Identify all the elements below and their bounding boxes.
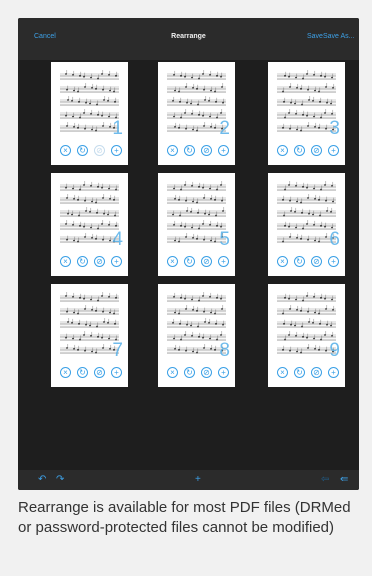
- edit-page-icon[interactable]: ⊘: [201, 256, 212, 267]
- add-page-icon[interactable]: +: [328, 256, 339, 267]
- page-controls: × ↻ ⊘ +: [51, 145, 128, 159]
- bottom-toolbar: ↶ ↷ + ⇦ ⇚: [18, 470, 359, 490]
- rotate-page-icon[interactable]: ↻: [184, 256, 195, 267]
- page-thumbnail[interactable]: 9 × ↻ ⊘ +: [268, 284, 345, 387]
- page-controls: × ↻ ⊘ +: [158, 145, 235, 159]
- delete-page-icon[interactable]: ×: [277, 256, 288, 267]
- rotate-page-icon[interactable]: ↻: [294, 256, 305, 267]
- edit-page-icon[interactable]: ⊘: [311, 367, 322, 378]
- save-button[interactable]: Save: [307, 33, 323, 40]
- page-number: 7: [112, 340, 123, 361]
- sheet-music-thumbnail: [277, 181, 336, 243]
- page-thumbnail[interactable]: 7 × ↻ ⊘ +: [51, 284, 128, 387]
- page-controls: × ↻ ⊘ +: [268, 367, 345, 381]
- add-page-icon[interactable]: +: [328, 367, 339, 378]
- sheet-music-thumbnail: [60, 70, 119, 132]
- page-controls: × ↻ ⊘ +: [158, 367, 235, 381]
- page-thumbnail[interactable]: 5 × ↻ ⊘ +: [158, 173, 235, 276]
- delete-page-icon[interactable]: ×: [277, 145, 288, 156]
- delete-page-icon[interactable]: ×: [60, 145, 71, 156]
- delete-page-icon[interactable]: ×: [60, 256, 71, 267]
- caption-text: Rearrange is available for most PDF file…: [18, 499, 351, 536]
- rotate-page-icon[interactable]: ↻: [184, 145, 195, 156]
- page-controls: × ↻ ⊘ +: [51, 367, 128, 381]
- sheet-music-thumbnail: [60, 181, 119, 243]
- page-number: 8: [219, 340, 230, 361]
- sheet-music-thumbnail: [60, 292, 119, 354]
- sheet-music-thumbnail: [277, 70, 336, 132]
- page-thumbnail[interactable]: 2 × ↻ ⊘ +: [158, 62, 235, 165]
- rotate-left-icon[interactable]: ↶: [38, 474, 46, 485]
- sheet-music-thumbnail: [167, 292, 226, 354]
- add-page-icon[interactable]: +: [111, 145, 122, 156]
- add-page-icon[interactable]: +: [218, 367, 229, 378]
- add-page-icon[interactable]: +: [111, 256, 122, 267]
- page-number: 1: [112, 118, 123, 139]
- page-controls: × ↻ ⊘ +: [158, 256, 235, 270]
- undo-icon[interactable]: ⇦: [321, 474, 329, 485]
- delete-page-icon[interactable]: ×: [167, 256, 178, 267]
- edit-page-icon[interactable]: ⊘: [311, 256, 322, 267]
- top-toolbar: Cancel Rearrange Save Save As...: [18, 18, 359, 60]
- page-thumbnail[interactable]: 3 × ↻ ⊘ +: [268, 62, 345, 165]
- delete-page-icon[interactable]: ×: [167, 367, 178, 378]
- page-number: 4: [112, 229, 123, 250]
- page-number: 6: [329, 229, 340, 250]
- rotate-page-icon[interactable]: ↻: [294, 145, 305, 156]
- rotate-page-icon[interactable]: ↻: [184, 367, 195, 378]
- add-page-icon[interactable]: +: [218, 256, 229, 267]
- page-thumbnail[interactable]: 6 × ↻ ⊘ +: [268, 173, 345, 276]
- page-thumbnail[interactable]: 1 × ↻ ⊘ +: [51, 62, 128, 165]
- page-thumbnail[interactable]: 4 × ↻ ⊘ +: [51, 173, 128, 276]
- redo-icon[interactable]: ⇚: [340, 474, 348, 485]
- edit-page-icon: ⊘: [94, 145, 105, 156]
- rotate-right-icon[interactable]: ↷: [56, 474, 64, 485]
- page-number: 2: [219, 118, 230, 139]
- add-page-icon[interactable]: +: [218, 145, 229, 156]
- plus-icon[interactable]: +: [195, 474, 201, 485]
- page-thumbnail[interactable]: 8 × ↻ ⊘ +: [158, 284, 235, 387]
- rotate-page-icon[interactable]: ↻: [77, 145, 88, 156]
- rotate-page-icon[interactable]: ↻: [77, 367, 88, 378]
- page-number: 3: [329, 118, 340, 139]
- edit-page-icon[interactable]: ⊘: [201, 145, 212, 156]
- add-page-icon[interactable]: +: [328, 145, 339, 156]
- edit-page-icon[interactable]: ⊘: [311, 145, 322, 156]
- edit-page-icon[interactable]: ⊘: [94, 367, 105, 378]
- rotate-page-icon[interactable]: ↻: [294, 367, 305, 378]
- delete-page-icon[interactable]: ×: [60, 367, 71, 378]
- sheet-music-thumbnail: [277, 292, 336, 354]
- delete-page-icon[interactable]: ×: [167, 145, 178, 156]
- sheet-music-thumbnail: [167, 70, 226, 132]
- page-number: 5: [219, 229, 230, 250]
- delete-page-icon[interactable]: ×: [277, 367, 288, 378]
- rearrange-window: Cancel Rearrange Save Save As... 1 × ↻ ⊘…: [18, 18, 359, 490]
- add-page-icon[interactable]: +: [111, 367, 122, 378]
- page-controls: × ↻ ⊘ +: [268, 256, 345, 270]
- page-controls: × ↻ ⊘ +: [51, 256, 128, 270]
- edit-page-icon[interactable]: ⊘: [201, 367, 212, 378]
- page-number: 9: [329, 340, 340, 361]
- page-controls: × ↻ ⊘ +: [268, 145, 345, 159]
- save-as-button[interactable]: Save As...: [323, 33, 355, 40]
- rotate-page-icon[interactable]: ↻: [77, 256, 88, 267]
- sheet-music-thumbnail: [167, 181, 226, 243]
- edit-page-icon[interactable]: ⊘: [94, 256, 105, 267]
